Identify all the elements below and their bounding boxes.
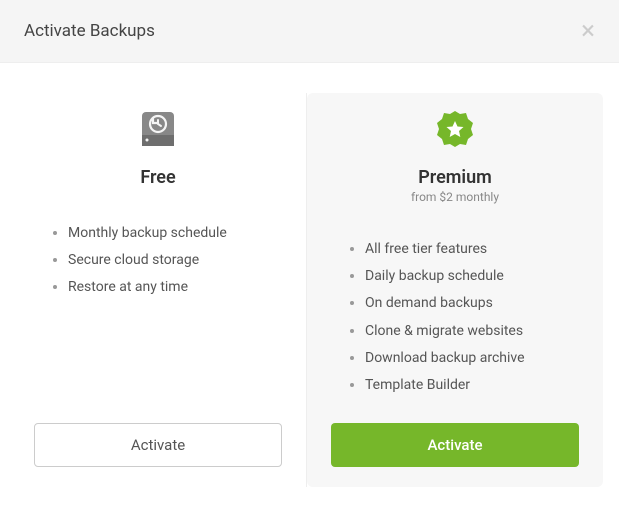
plan-free-title: Free (34, 167, 282, 188)
modal-header: Activate Backups × (0, 0, 619, 63)
feature-item: Monthly backup schedule (68, 224, 282, 242)
plan-premium: Premium from $2 monthly All free tier fe… (307, 93, 603, 487)
close-icon[interactable]: × (581, 18, 595, 44)
plans-container: Free Monthly backup schedule Secure clou… (0, 63, 619, 507)
modal-title: Activate Backups (24, 21, 155, 41)
activate-premium-button[interactable]: Activate (331, 423, 579, 467)
feature-item: All free tier features (365, 240, 579, 258)
feature-item: Daily backup schedule (365, 267, 579, 285)
plan-free-features: Monthly backup schedule Secure cloud sto… (34, 224, 282, 403)
feature-item: Template Builder (365, 376, 579, 394)
feature-item: Clone & migrate websites (365, 322, 579, 340)
disk-backup-icon (34, 107, 282, 151)
feature-item: Download backup archive (365, 349, 579, 367)
premium-badge-icon (331, 107, 579, 151)
plan-free: Free Monthly backup schedule Secure clou… (10, 93, 307, 487)
feature-item: Restore at any time (68, 278, 282, 296)
plan-premium-title: Premium (331, 167, 579, 188)
feature-item: Secure cloud storage (68, 251, 282, 269)
activate-free-button[interactable]: Activate (34, 423, 282, 467)
plan-premium-subtitle: from $2 monthly (331, 190, 579, 204)
feature-item: On demand backups (365, 294, 579, 312)
plan-premium-features: All free tier features Daily backup sche… (331, 240, 579, 403)
